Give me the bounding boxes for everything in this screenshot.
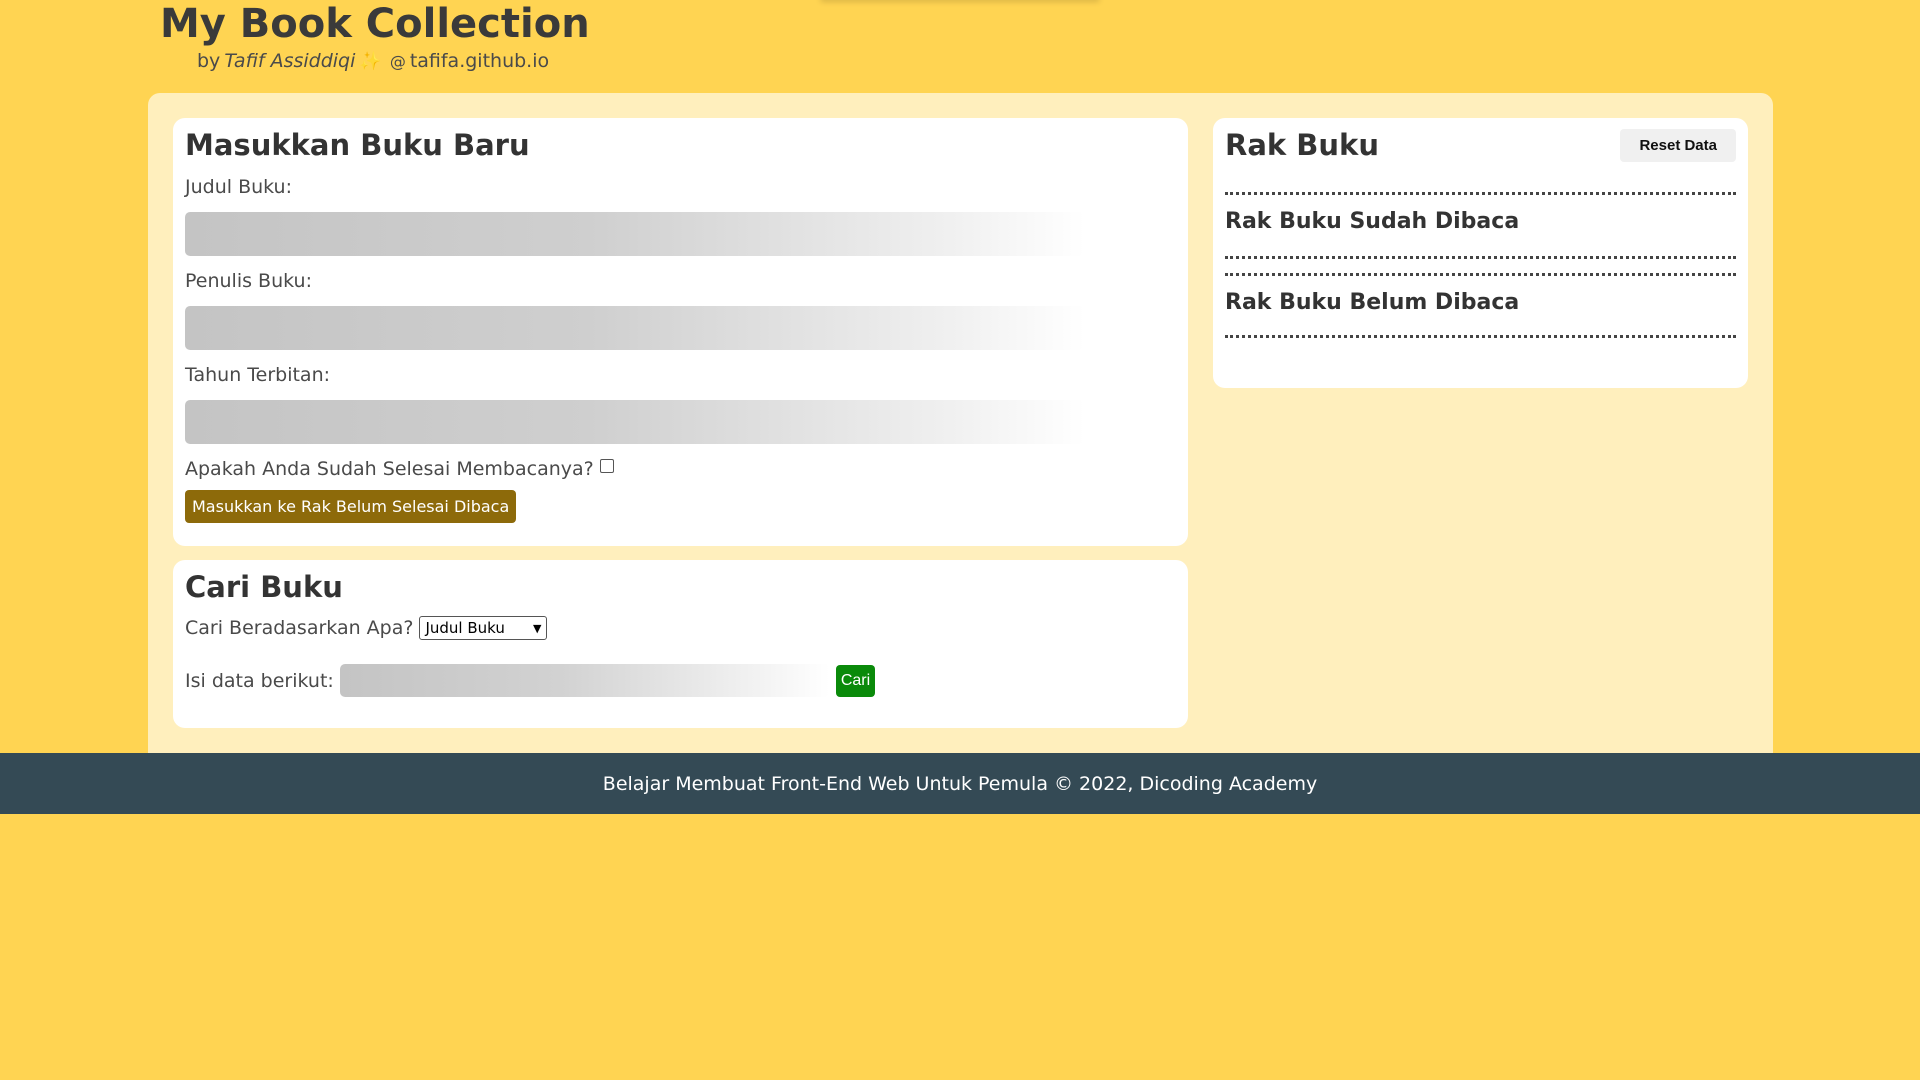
byline-by: by <box>197 50 221 72</box>
divider <box>1225 335 1736 338</box>
book-author-input[interactable] <box>185 306 1085 350</box>
bookshelf-header: Rak Buku Reset Data <box>1225 128 1736 162</box>
submit-book-button[interactable]: Masukkan ke Rak Belum Selesai Dibaca <box>185 490 517 523</box>
divider <box>1225 192 1736 195</box>
search-input[interactable] <box>339 664 830 697</box>
reset-data-button[interactable]: Reset Data <box>1620 128 1736 162</box>
finished-shelf-title: Rak Buku Sudah Dibaca <box>1225 209 1520 234</box>
book-year-label: Tahun Terbitan: <box>185 364 331 386</box>
site-link[interactable]: tafifa.github.io <box>410 50 549 72</box>
unfinished-shelf-title: Rak Buku Belum Dibaca <box>1225 290 1520 315</box>
search-criteria-select[interactable]: Judul Buku ▼ <box>419 616 548 640</box>
finished-row: Apakah Anda Sudah Selesai Membacanya? <box>185 458 1176 480</box>
book-author-label: Penulis Buku: <box>185 270 312 292</box>
search-section-title: Cari Buku <box>185 570 343 604</box>
book-year-input[interactable] <box>185 400 1085 444</box>
search-query-row: Isi data berikut: Cari <box>185 664 1176 697</box>
page-title: My Book Collection <box>160 1 590 47</box>
chevron-down-icon: ▼ <box>533 621 542 635</box>
bookshelf-title: Rak Buku <box>1225 128 1379 162</box>
divider <box>1225 273 1736 276</box>
sparkle-icon: ✨ <box>359 50 382 72</box>
search-query-label: Isi data berikut: <box>185 669 334 692</box>
at-symbol: @ <box>389 51 406 71</box>
footer-text: Belajar Membuat Front-End Web Untuk Pemu… <box>602 772 1318 795</box>
divider <box>1225 256 1736 259</box>
main-panel: Masukkan Buku Baru Judul Buku: Penulis B… <box>148 93 1773 753</box>
search-criteria-value: Judul Buku <box>425 619 505 637</box>
book-title-label: Judul Buku: <box>185 176 293 198</box>
input-section-title: Masukkan Buku Baru <box>185 128 530 162</box>
input-book-card: Masukkan Buku Baru Judul Buku: Penulis B… <box>173 118 1188 546</box>
finished-label: Apakah Anda Sudah Selesai Membacanya? <box>185 458 594 480</box>
author-name: Tafif Assiddiqi <box>224 50 356 72</box>
byline: by Tafif Assiddiqi ✨ @ tafifa.github.io <box>197 50 590 72</box>
bookshelf-card: Rak Buku Reset Data Rak Buku Sudah Dibac… <box>1213 118 1748 388</box>
finished-checkbox[interactable] <box>599 459 614 473</box>
page-footer: Belajar Membuat Front-End Web Untuk Pemu… <box>0 753 1920 814</box>
page-header: My Book Collection by Tafif Assiddiqi ✨ … <box>160 0 590 72</box>
search-book-card: Cari Buku Cari Beradasarkan Apa? Judul B… <box>173 560 1188 728</box>
book-title-input[interactable] <box>185 212 1085 256</box>
search-criteria-label: Cari Beradasarkan Apa? <box>185 617 414 639</box>
search-button[interactable]: Cari <box>835 664 876 697</box>
search-criteria-row: Cari Beradasarkan Apa? Judul Buku ▼ <box>185 616 1176 640</box>
